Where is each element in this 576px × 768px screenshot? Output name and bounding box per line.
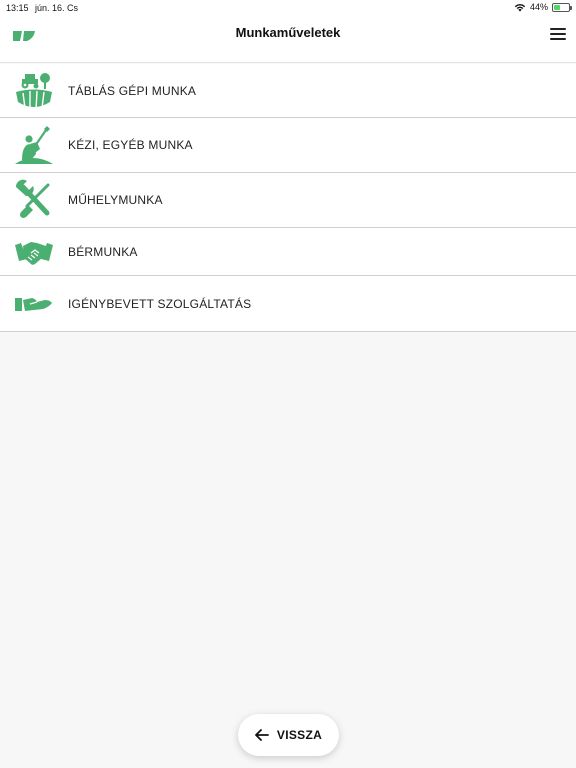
status-time: 13:15 (6, 3, 29, 13)
list-item-igenybevett-szolgaltatas[interactable]: IGÉNYBEVETT SZOLGÁLTATÁS (0, 276, 576, 332)
page-title: Munkaműveletek (235, 25, 341, 40)
back-label: VISSZA (276, 728, 323, 742)
item-label: TÁBLÁS GÉPI MUNKA (68, 83, 197, 98)
tractor-field-icon (13, 70, 55, 112)
app-screen: 13:15 jún. 16. Cs 44% Munkaműveletek TÁB… (0, 0, 576, 768)
app-header: Munkaműveletek (0, 16, 576, 63)
battery-percent: 44% (529, 2, 548, 12)
item-label: BÉRMUNKA (68, 244, 138, 259)
wrench-screwdriver-icon (13, 179, 55, 221)
battery-icon (552, 2, 572, 12)
battery-fill (554, 4, 561, 10)
handshake-icon (13, 231, 55, 273)
wifi-icon (514, 3, 526, 11)
list-item-tablas-gepi-munka[interactable]: TÁBLÁS GÉPI MUNKA (0, 64, 576, 118)
work-operations-list: TÁBLÁS GÉPI MUNKA KÉZI, EGYÉB MUNKA MŰHE… (0, 64, 576, 332)
status-bar: 13:15 jún. 16. Cs 44% (0, 0, 576, 16)
hamburger-icon[interactable] (550, 28, 566, 42)
item-label: IGÉNYBEVETT SZOLGÁLTATÁS (68, 296, 252, 311)
shovel-icon (13, 124, 55, 166)
status-indicators: 44% (514, 2, 572, 12)
list-item-bermunka[interactable]: BÉRMUNKA (0, 228, 576, 276)
status-date: jún. 16. Cs (35, 3, 79, 13)
item-label: KÉZI, EGYÉB MUNKA (68, 138, 193, 152)
back-button[interactable]: VISSZA (238, 714, 339, 756)
hand-service-icon (13, 283, 55, 325)
item-label: MŰHELYMUNKA (68, 193, 163, 207)
list-item-muhelymunka[interactable]: MŰHELYMUNKA (0, 173, 576, 228)
list-item-kezi-egyeb-munka[interactable]: KÉZI, EGYÉB MUNKA (0, 118, 576, 173)
arrow-left-icon (255, 729, 269, 741)
